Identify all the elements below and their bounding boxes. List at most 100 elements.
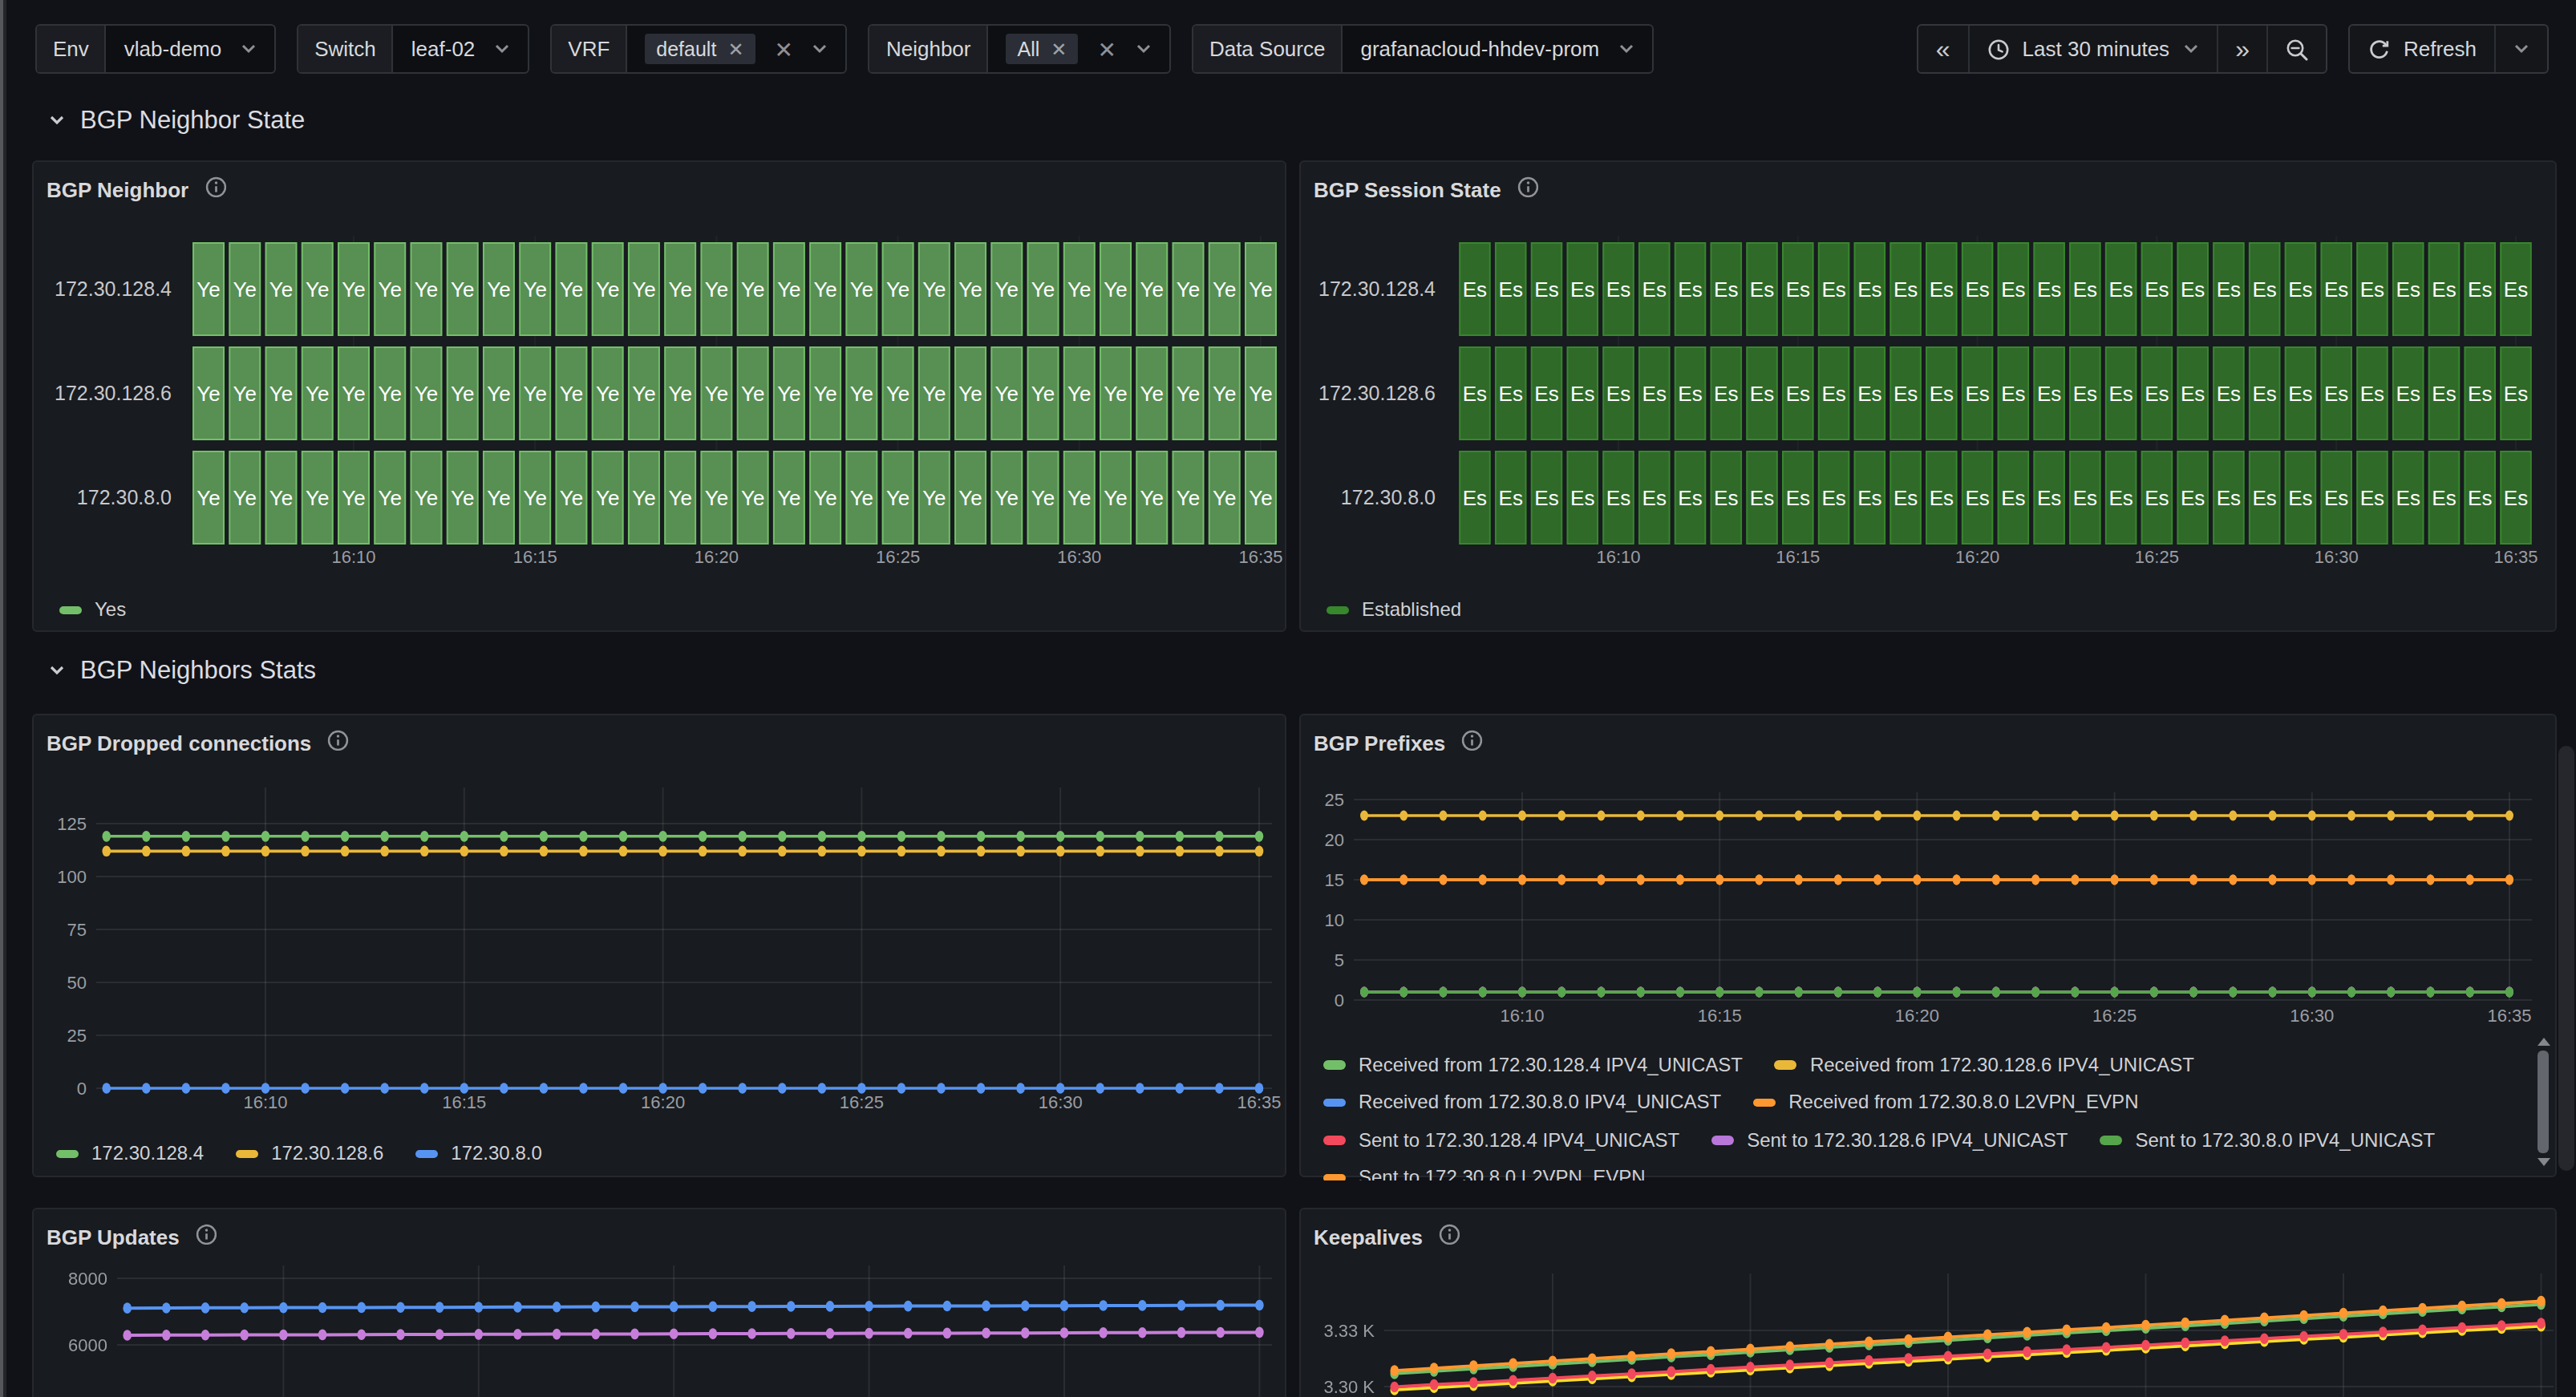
filter-value[interactable]: leaf-02 bbox=[394, 26, 529, 72]
legend-label: Received from 172.30.128.4 IPV4_UNICAST bbox=[1359, 1054, 1743, 1076]
legend: Received from 172.30.128.4 IPV4_UNICAST R… bbox=[1323, 1046, 2520, 1180]
time-back-button[interactable]: « bbox=[1918, 26, 1970, 72]
filter-clear-icon[interactable]: ✕ bbox=[1097, 38, 1116, 60]
legend-label: Sent to 172.30.128.6 IPV4_UNICAST bbox=[1747, 1129, 2068, 1152]
filter-clear-icon[interactable]: ✕ bbox=[775, 38, 793, 60]
zoom-out-button[interactable] bbox=[2269, 26, 2327, 72]
svg-text:Ye: Ye bbox=[415, 382, 438, 406]
svg-text:Ye: Ye bbox=[560, 486, 583, 510]
info-icon[interactable] bbox=[1517, 175, 1539, 204]
svg-text:Ye: Ye bbox=[1140, 382, 1164, 406]
filter-label: VRF bbox=[552, 26, 627, 72]
svg-text:Es: Es bbox=[2360, 382, 2384, 406]
page-scrollbar-thumb[interactable] bbox=[2558, 746, 2574, 1171]
svg-text:Es: Es bbox=[1821, 486, 1845, 510]
svg-text:Es: Es bbox=[2073, 382, 2097, 406]
legend-item[interactable]: Received from 172.30.128.6 IPV4_UNICAST bbox=[1775, 1054, 2194, 1076]
time-back-icon: « bbox=[1936, 34, 1950, 63]
section-header-bgp-neighbor-state[interactable]: BGP Neighbor State bbox=[48, 106, 305, 135]
svg-text:16:25: 16:25 bbox=[2135, 547, 2179, 567]
svg-text:15: 15 bbox=[1325, 870, 1344, 890]
svg-text:Ye: Ye bbox=[813, 486, 836, 510]
info-icon[interactable] bbox=[196, 1222, 217, 1251]
legend-item[interactable]: Sent to 172.30.8.0 IPV4_UNICAST bbox=[2100, 1129, 2436, 1152]
svg-text:172.30.128.4: 172.30.128.4 bbox=[55, 277, 172, 300]
svg-text:Es: Es bbox=[1750, 486, 1774, 510]
chip-remove-icon[interactable]: ✕ bbox=[727, 39, 743, 59]
filter-value[interactable]: grafanacloud-hhdev-prom bbox=[1343, 26, 1652, 72]
svg-text:Ye: Ye bbox=[342, 382, 365, 406]
legend-item[interactable]: Established bbox=[1326, 599, 1461, 622]
legend-swatch bbox=[1323, 1136, 1346, 1144]
legend-scrollbar[interactable] bbox=[2536, 1038, 2550, 1187]
svg-text:3.33 K: 3.33 K bbox=[1323, 1321, 1375, 1341]
legend-item[interactable]: Sent to 172.30.8.0 L2VPN_EVPN bbox=[1323, 1167, 1646, 1181]
chart-state-timeline: 172.30.128.4 Es Es Es Es Es Es Es Es Es Es Es Es Es Es… bbox=[1301, 162, 2555, 630]
info-icon[interactable] bbox=[1461, 728, 1483, 757]
svg-text:Es: Es bbox=[1570, 277, 1594, 302]
legend-item[interactable]: Received from 172.30.128.4 IPV4_UNICAST bbox=[1323, 1054, 1743, 1076]
legend-item[interactable]: 172.30.128.4 bbox=[56, 1143, 204, 1165]
svg-text:Es: Es bbox=[1965, 277, 1989, 302]
svg-text:Es: Es bbox=[2432, 382, 2456, 406]
legend-item[interactable]: Yes bbox=[59, 599, 126, 622]
svg-text:Ye: Ye bbox=[922, 277, 946, 302]
svg-text:Ye: Ye bbox=[632, 277, 655, 302]
filter-value[interactable]: vlab-demo bbox=[107, 26, 274, 72]
scrollbar-thumb[interactable] bbox=[2538, 1051, 2549, 1153]
svg-text:Ye: Ye bbox=[1031, 277, 1055, 302]
legend-swatch bbox=[1323, 1098, 1346, 1107]
svg-text:Ye: Ye bbox=[632, 486, 655, 510]
section-header-bgp-neighbors-stats[interactable]: BGP Neighbors Stats bbox=[48, 656, 316, 685]
svg-text:25: 25 bbox=[67, 1026, 87, 1046]
svg-text:Ye: Ye bbox=[342, 486, 365, 510]
legend-item[interactable]: Sent to 172.30.128.6 IPV4_UNICAST bbox=[1711, 1129, 2068, 1152]
svg-text:Es: Es bbox=[1714, 486, 1738, 510]
legend-item[interactable]: Received from 172.30.8.0 L2VPN_EVPN bbox=[1753, 1091, 2138, 1114]
refresh-button[interactable]: Refresh bbox=[2351, 26, 2496, 72]
svg-text:Es: Es bbox=[1499, 486, 1523, 510]
filter-value[interactable]: All✕✕ bbox=[989, 26, 1169, 72]
scrollbar-down-arrow[interactable] bbox=[2537, 1158, 2550, 1166]
svg-text:Es: Es bbox=[2217, 382, 2241, 406]
svg-text:Es: Es bbox=[2468, 486, 2492, 510]
info-icon[interactable] bbox=[1439, 1222, 1460, 1251]
svg-text:Es: Es bbox=[1786, 486, 1810, 510]
svg-text:Ye: Ye bbox=[1177, 486, 1200, 510]
time-forward-button[interactable]: » bbox=[2218, 26, 2269, 72]
svg-text:100: 100 bbox=[57, 867, 87, 887]
svg-text:Ye: Ye bbox=[523, 382, 546, 406]
chevron-down-icon bbox=[494, 43, 510, 55]
legend-swatch bbox=[1753, 1098, 1776, 1107]
filter-chip[interactable]: All✕ bbox=[1007, 34, 1079, 64]
svg-text:16:30: 16:30 bbox=[2290, 1006, 2334, 1026]
info-icon[interactable] bbox=[205, 175, 226, 204]
time-range-picker[interactable]: Last 30 minutes bbox=[1970, 26, 2218, 72]
svg-text:16:25: 16:25 bbox=[840, 1092, 884, 1112]
legend-item[interactable]: 172.30.128.6 bbox=[236, 1143, 383, 1165]
svg-text:Es: Es bbox=[1930, 486, 1954, 510]
svg-text:Ye: Ye bbox=[813, 382, 836, 406]
svg-text:Es: Es bbox=[1786, 382, 1810, 406]
svg-text:16:20: 16:20 bbox=[1955, 547, 1999, 567]
filter-chip[interactable]: default✕ bbox=[645, 34, 755, 64]
variable-filters: Envvlab-demoSwitchleaf-02VRFdefault✕✕Nei… bbox=[35, 24, 1654, 74]
refresh-interval-dropdown[interactable] bbox=[2496, 26, 2547, 72]
svg-text:Ye: Ye bbox=[995, 382, 1019, 406]
svg-text:Es: Es bbox=[2253, 382, 2277, 406]
info-icon[interactable] bbox=[327, 728, 349, 757]
legend-item[interactable]: Sent to 172.30.128.4 IPV4_UNICAST bbox=[1323, 1129, 1679, 1152]
svg-text:Es: Es bbox=[1570, 382, 1594, 406]
svg-text:172.30.128.6: 172.30.128.6 bbox=[55, 382, 172, 404]
filter-switch: Switchleaf-02 bbox=[297, 24, 529, 74]
svg-text:172.30.128.4: 172.30.128.4 bbox=[1318, 277, 1436, 300]
legend-item[interactable]: 172.30.8.0 bbox=[415, 1143, 541, 1165]
chip-remove-icon[interactable]: ✕ bbox=[1051, 39, 1067, 59]
filter-value[interactable]: default✕✕ bbox=[627, 26, 846, 72]
legend-item[interactable]: Received from 172.30.8.0 IPV4_UNICAST bbox=[1323, 1091, 1721, 1114]
svg-text:Ye: Ye bbox=[705, 382, 728, 406]
window-left-edge bbox=[0, 0, 6, 1397]
scrollbar-up-arrow[interactable] bbox=[2537, 1038, 2550, 1046]
svg-text:Es: Es bbox=[2037, 486, 2061, 510]
svg-text:Ye: Ye bbox=[415, 277, 438, 302]
